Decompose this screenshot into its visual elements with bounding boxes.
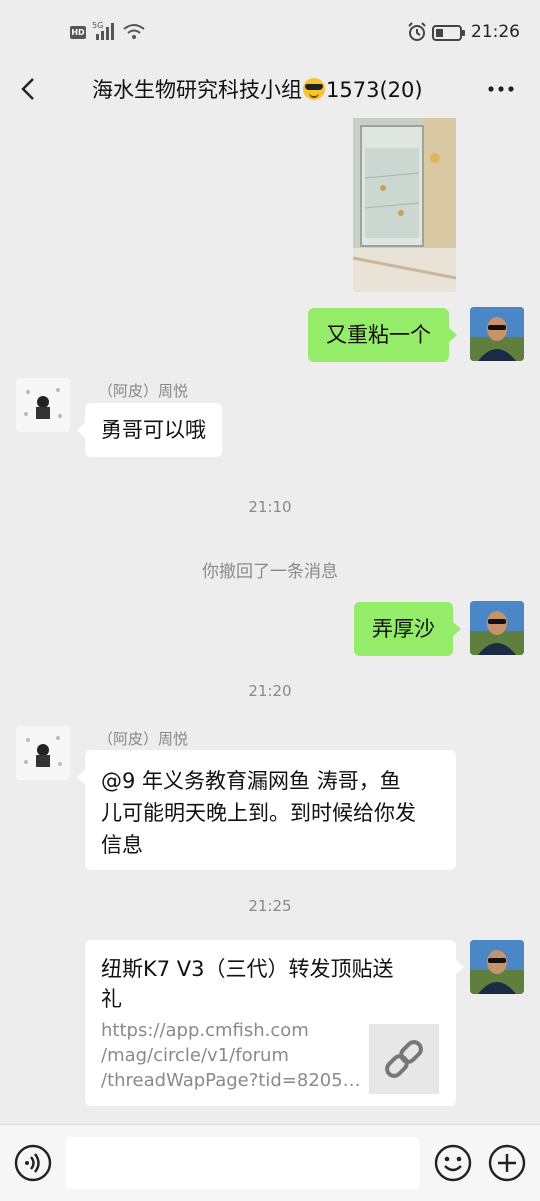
contact-message-bubble[interactable]: 勇哥可以哦 bbox=[77, 403, 222, 457]
input-bar bbox=[0, 1124, 540, 1201]
wifi-icon bbox=[123, 24, 145, 39]
link-card-title: 纽斯K7 V3（三代）转发顶贴送 礼 bbox=[101, 957, 394, 1011]
message-text-line: @9 年义务教育漏网鱼 涛哥，鱼 bbox=[101, 769, 401, 793]
status-bar: HD 5G 21:26 bbox=[0, 0, 540, 62]
status-time: 21:26 bbox=[471, 22, 520, 42]
message-text: 弄厚沙 bbox=[372, 617, 435, 641]
sender-name: （阿皮）周悦 bbox=[98, 730, 189, 748]
my-message-bubble[interactable]: 弄厚沙 bbox=[354, 602, 461, 656]
voice-icon[interactable] bbox=[14, 1144, 52, 1182]
aquarium-photo bbox=[353, 118, 456, 292]
image-message[interactable] bbox=[353, 118, 456, 292]
chat-header: 海水生物研究科技小组 1573(20) bbox=[0, 62, 540, 116]
timestamp: 21:10 bbox=[248, 498, 292, 516]
avatar-image bbox=[470, 601, 524, 655]
message-text-line: 儿可能明天晚上到。到时候给你发 bbox=[101, 801, 416, 825]
message-text-line: 信息 bbox=[101, 833, 143, 857]
message-text: 又重粘一个 bbox=[326, 323, 431, 347]
link-icon bbox=[385, 1040, 423, 1078]
hd-icon: HD bbox=[70, 26, 86, 39]
message-input[interactable] bbox=[66, 1137, 420, 1189]
recall-notice: 你撤回了一条消息 bbox=[202, 562, 338, 582]
emoji-icon[interactable] bbox=[434, 1144, 472, 1182]
more-button[interactable] bbox=[486, 78, 516, 100]
avatar-image bbox=[470, 940, 524, 994]
plus-icon[interactable] bbox=[488, 1144, 526, 1182]
contact-message-bubble[interactable]: @9 年义务教育漏网鱼 涛哥，鱼 儿可能明天晚上到。到时候给你发 信息 bbox=[77, 750, 456, 870]
my-message-bubble[interactable]: 又重粘一个 bbox=[308, 308, 457, 362]
my-avatar[interactable] bbox=[470, 307, 524, 361]
alarm-icon bbox=[408, 22, 426, 41]
chat-title-count: 1573(20) bbox=[326, 78, 423, 102]
link-card-thumbnail bbox=[369, 1024, 439, 1094]
back-button[interactable] bbox=[14, 74, 42, 104]
signal-icon: 5G bbox=[92, 21, 114, 40]
avatar-image bbox=[16, 378, 70, 432]
battery-icon bbox=[432, 25, 465, 41]
timestamp: 21:25 bbox=[248, 897, 292, 915]
avatar-image bbox=[470, 307, 524, 361]
contact-avatar[interactable] bbox=[16, 378, 70, 432]
sunglasses-emoji-icon bbox=[303, 78, 325, 100]
svg-text:5G: 5G bbox=[92, 21, 103, 30]
avatar-image bbox=[16, 726, 70, 780]
chat-title-name: 海水生物研究科技小组 bbox=[92, 78, 302, 102]
my-avatar[interactable] bbox=[470, 601, 524, 655]
contact-avatar[interactable] bbox=[16, 726, 70, 780]
link-card-message[interactable]: 纽斯K7 V3（三代）转发顶贴送 礼 https://app.cmfish.co… bbox=[85, 940, 464, 1106]
my-avatar[interactable] bbox=[470, 940, 524, 994]
sender-name: （阿皮）周悦 bbox=[98, 382, 189, 400]
chat-title: 海水生物研究科技小组 1573(20) bbox=[92, 74, 472, 104]
link-card-url: https://app.cmfish.com /mag/circle/v1/fo… bbox=[101, 1020, 361, 1091]
timestamp: 21:20 bbox=[248, 682, 292, 700]
message-text: 勇哥可以哦 bbox=[101, 418, 206, 442]
